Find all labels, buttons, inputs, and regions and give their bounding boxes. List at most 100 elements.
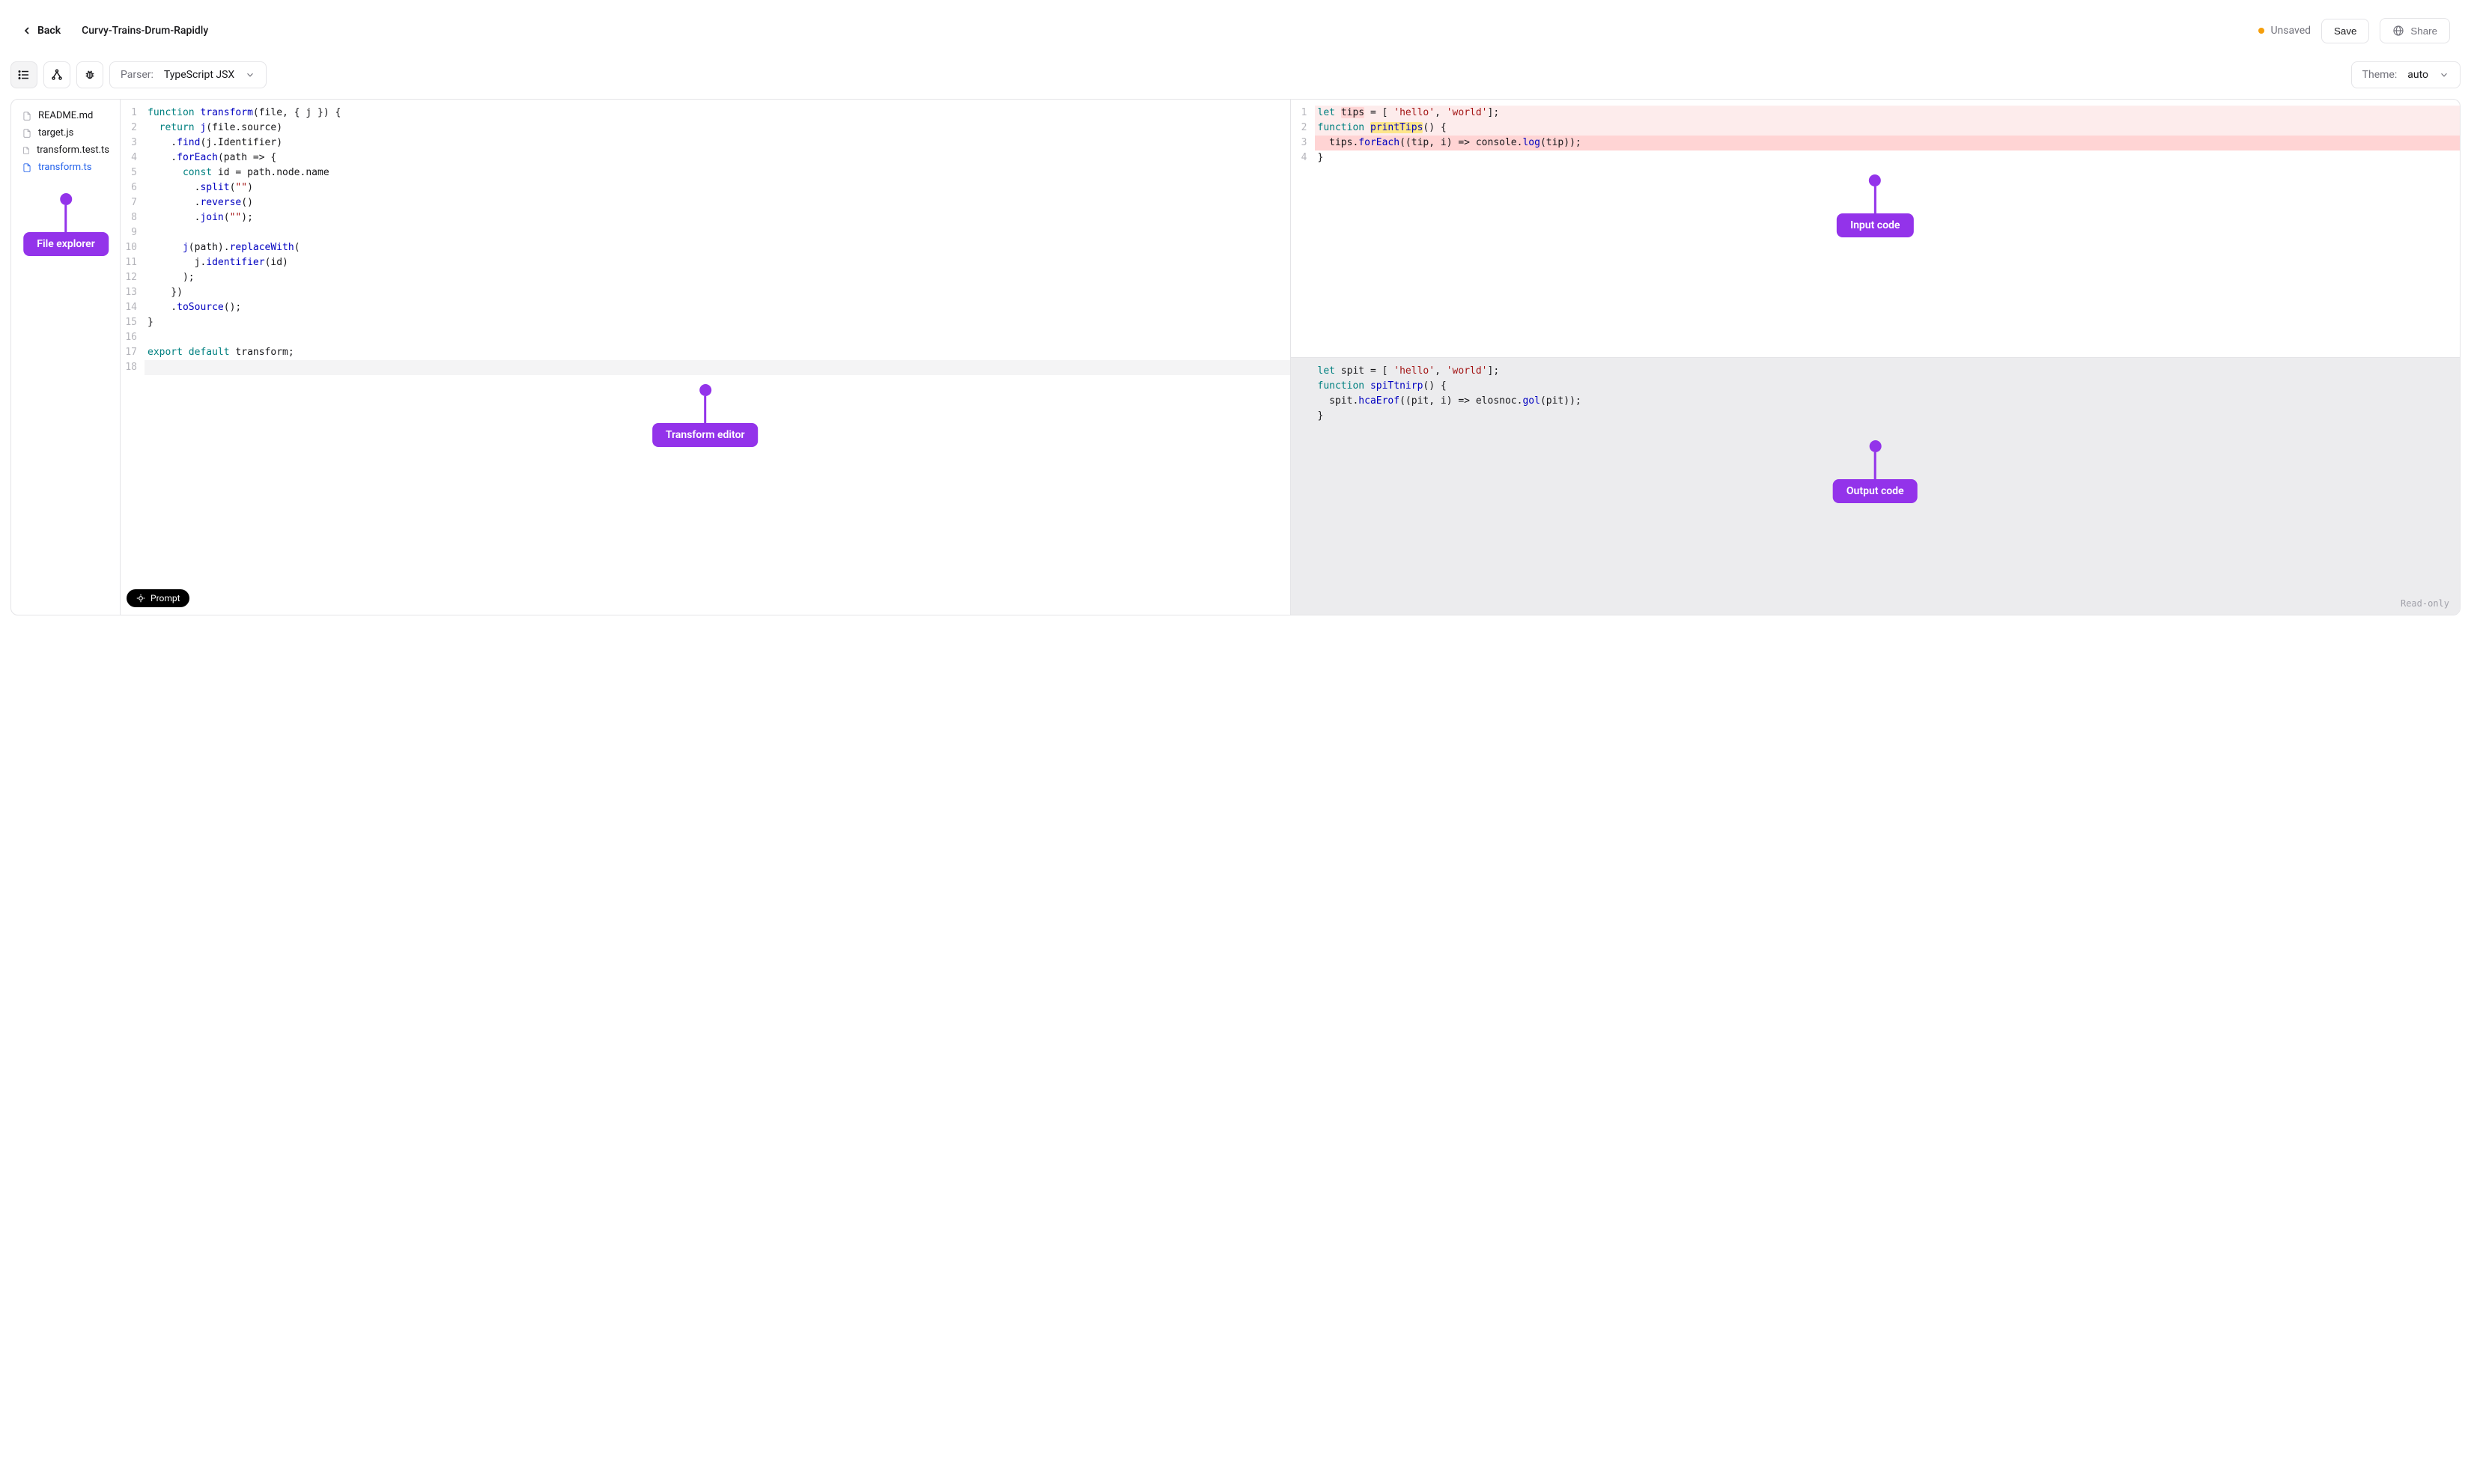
line-content: spit.hcaErof((pit, i) => elosnoc.gol(pit… <box>1315 394 2461 409</box>
output-code-viewer: let spit = [ 'hello', 'world'];function … <box>1291 358 2461 615</box>
header: Back Curvy-Trains-Drum-Rapidly Unsaved S… <box>0 0 2471 61</box>
line-number: 1 <box>1291 106 1315 121</box>
code-line: } <box>1291 409 2461 424</box>
line-number: 3 <box>1291 136 1315 150</box>
tree-icon <box>50 68 64 82</box>
code-line[interactable]: 2function printTips() { <box>1291 121 2461 136</box>
line-content: } <box>1315 409 2461 424</box>
line-content: function printTips() { <box>1315 121 2461 136</box>
line-number: 13 <box>121 285 145 300</box>
line-content: let tips = [ 'hello', 'world']; <box>1315 106 2461 121</box>
line-number: 8 <box>121 210 145 225</box>
code-line[interactable]: 12 ); <box>121 270 1290 285</box>
code-line[interactable]: 13 }) <box>121 285 1290 300</box>
save-button[interactable]: Save <box>2321 19 2369 43</box>
line-content: return j(file.source) <box>145 121 1290 136</box>
back-button[interactable]: Back <box>21 25 61 37</box>
unsaved-label: Unsaved <box>2270 25 2311 37</box>
line-content: .forEach(path => { <box>145 150 1290 165</box>
unsaved-dot-icon <box>2258 28 2264 34</box>
line-content: ); <box>145 270 1290 285</box>
code-line[interactable]: 8 .join(""); <box>121 210 1290 225</box>
transform-editor-panel: 1function transform(file, { j }) {2 retu… <box>121 100 1291 615</box>
code-line[interactable]: 1let tips = [ 'hello', 'world']; <box>1291 106 2461 121</box>
line-content: .join(""); <box>145 210 1290 225</box>
code-line[interactable]: 6 .split("") <box>121 180 1290 195</box>
code-line[interactable]: 4 .forEach(path => { <box>121 150 1290 165</box>
view-list-toggle[interactable] <box>10 61 37 88</box>
line-number: 2 <box>1291 121 1315 136</box>
code-line[interactable]: 4} <box>1291 150 2461 165</box>
line-content: .reverse() <box>145 195 1290 210</box>
code-line[interactable]: 11 j.identifier(id) <box>121 255 1290 270</box>
theme-select[interactable]: Theme: auto <box>2351 61 2461 88</box>
line-content: .toSource(); <box>145 300 1290 315</box>
line-number: 15 <box>121 315 145 330</box>
line-number: 18 <box>121 360 145 375</box>
code-line: let spit = [ 'hello', 'world']; <box>1291 364 2461 379</box>
save-label: Save <box>2334 25 2356 37</box>
line-content: let spit = [ 'hello', 'world']; <box>1315 364 2461 379</box>
file-name: target.js <box>38 127 73 139</box>
toolbar: Parser: TypeScript JSX Theme: auto <box>0 61 2471 99</box>
share-label: Share <box>2410 25 2437 37</box>
line-number: 4 <box>121 150 145 165</box>
code-line[interactable]: 10 j(path).replaceWith( <box>121 240 1290 255</box>
file-item[interactable]: README.md <box>11 107 120 124</box>
chevron-left-icon <box>21 25 33 37</box>
code-line[interactable]: 5 const id = path.node.name <box>121 165 1290 180</box>
callout-label: Output code <box>1833 479 1918 503</box>
file-icon <box>22 162 32 173</box>
file-name: transform.ts <box>38 162 92 173</box>
line-number: 12 <box>121 270 145 285</box>
line-content <box>145 330 1290 345</box>
parser-select[interactable]: Parser: TypeScript JSX <box>109 61 267 88</box>
view-ast-toggle[interactable] <box>43 61 70 88</box>
line-content: const id = path.node.name <box>145 165 1290 180</box>
code-line[interactable]: 2 return j(file.source) <box>121 121 1290 136</box>
line-content: export default transform; <box>145 345 1290 360</box>
readonly-badge: Read-only <box>2401 598 2449 609</box>
line-number: 11 <box>121 255 145 270</box>
line-content: .split("") <box>145 180 1290 195</box>
file-name: transform.test.ts <box>37 145 109 156</box>
line-content: j(path).replaceWith( <box>145 240 1290 255</box>
file-item[interactable]: target.js <box>11 124 120 142</box>
code-line[interactable]: 1function transform(file, { j }) { <box>121 106 1290 121</box>
input-code-editor[interactable]: 1let tips = [ 'hello', 'world'];2functio… <box>1291 100 2461 357</box>
code-line[interactable]: 3 .find(j.Identifier) <box>121 136 1290 150</box>
prompt-label: Prompt <box>151 593 180 603</box>
prompt-button[interactable]: Prompt <box>127 589 189 607</box>
share-button[interactable]: Share <box>2380 18 2450 43</box>
list-tree-icon <box>17 68 31 82</box>
debug-toggle[interactable] <box>76 61 103 88</box>
code-line[interactable]: 3 tips.forEach((tip, i) => console.log(t… <box>1291 136 2461 150</box>
line-number: 6 <box>121 180 145 195</box>
line-number: 9 <box>121 225 145 240</box>
parser-value: TypeScript JSX <box>164 69 234 81</box>
line-content: .find(j.Identifier) <box>145 136 1290 150</box>
code-line: spit.hcaErof((pit, i) => elosnoc.gol(pit… <box>1291 394 2461 409</box>
file-icon <box>22 128 32 139</box>
sparkle-icon <box>136 593 146 603</box>
file-item[interactable]: transform.test.ts <box>11 142 120 159</box>
file-explorer: README.md target.js transform.test.ts trans… <box>11 100 121 615</box>
code-line[interactable]: 7 .reverse() <box>121 195 1290 210</box>
line-number: 3 <box>121 136 145 150</box>
transform-editor[interactable]: 1function transform(file, { j }) {2 retu… <box>121 100 1290 615</box>
file-icon <box>22 145 31 156</box>
file-item[interactable]: transform.ts <box>11 159 120 176</box>
code-line[interactable]: 15} <box>121 315 1290 330</box>
code-line[interactable]: 9 <box>121 225 1290 240</box>
line-number: 14 <box>121 300 145 315</box>
code-line[interactable]: 16 <box>121 330 1290 345</box>
code-line[interactable]: 18 <box>121 360 1290 375</box>
file-name: README.md <box>38 110 93 121</box>
code-line[interactable]: 14 .toSource(); <box>121 300 1290 315</box>
code-line[interactable]: 17export default transform; <box>121 345 1290 360</box>
bug-icon <box>83 68 97 82</box>
line-content <box>145 225 1290 240</box>
line-number: 10 <box>121 240 145 255</box>
theme-value: auto <box>2407 69 2428 81</box>
chevron-down-icon <box>245 70 255 80</box>
